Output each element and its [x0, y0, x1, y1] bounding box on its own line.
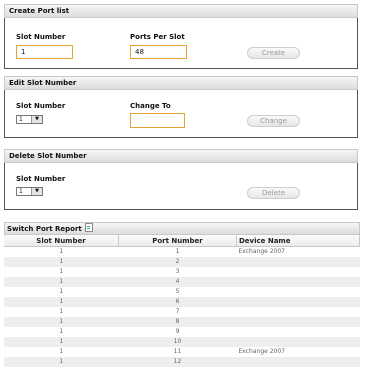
- cell-port: 12: [118, 357, 237, 367]
- cell-device: [236, 297, 360, 307]
- chevron-down-icon: ▼: [31, 116, 42, 123]
- cell-device: [237, 327, 360, 337]
- table-row[interactable]: 14: [4, 277, 360, 287]
- delete-slot-number-value: 1: [19, 188, 23, 195]
- edit-slot-number-label: Slot Number: [16, 102, 66, 110]
- table-row[interactable]: 19: [4, 327, 360, 337]
- cell-port: 8: [118, 317, 237, 327]
- ports-per-slot-label: Ports Per Slot: [130, 33, 185, 41]
- delete-slot-number-label: Slot Number: [16, 175, 66, 183]
- cell-port: 9: [175, 328, 180, 335]
- change-button[interactable]: Change: [247, 115, 300, 127]
- column-header-device-name[interactable]: Device Name: [236, 235, 360, 247]
- table-row[interactable]: 1 11 Exchange 2007: [4, 347, 360, 357]
- create-panel-title: Create Port list: [4, 4, 358, 18]
- column-header-port-number[interactable]: Port Number: [118, 235, 237, 247]
- cell-slot: 1: [59, 328, 64, 335]
- table-row[interactable]: 13: [4, 267, 360, 277]
- table-row[interactable]: 1 10: [4, 337, 360, 347]
- delete-slot-number-select[interactable]: 1 ▼: [16, 187, 43, 196]
- cell-device: Exchange 2007: [238, 248, 286, 255]
- cell-port: 5: [175, 288, 180, 295]
- edit-panel-body: Slot Number 1 ▼ Change To Change: [4, 90, 358, 138]
- export-document-icon[interactable]: [84, 223, 93, 232]
- table-row[interactable]: 16: [4, 297, 360, 307]
- create-button[interactable]: Create: [247, 47, 300, 59]
- cell-device: [237, 267, 360, 277]
- cell-port: 10: [118, 337, 237, 347]
- cell-device: [236, 357, 360, 367]
- cell-port: 4: [118, 277, 237, 287]
- edit-slot-number-select[interactable]: 1 ▼: [16, 115, 43, 124]
- table-row[interactable]: 1 1 Exchange 2007: [4, 247, 360, 258]
- cell-device: [236, 277, 360, 287]
- cell-device: [236, 337, 360, 347]
- table-row[interactable]: 12: [4, 257, 360, 267]
- cell-slot: 1: [4, 277, 119, 287]
- cell-slot: 1: [4, 317, 119, 327]
- change-to-input[interactable]: [130, 113, 185, 128]
- cell-port: 7: [175, 308, 180, 315]
- cell-port: 1: [175, 248, 180, 255]
- cell-slot: 1: [59, 348, 64, 355]
- cell-slot: 1: [4, 357, 119, 367]
- cell-slot: 1: [59, 308, 64, 315]
- edit-panel-title: Edit Slot Number: [4, 76, 358, 90]
- cell-slot: 1: [4, 297, 119, 307]
- ports-per-slot-input[interactable]: 48: [130, 45, 187, 59]
- cell-slot: 1: [4, 257, 119, 267]
- report-title: Switch Port Report: [7, 225, 82, 233]
- create-panel-body: Slot Number 1 Ports Per Slot 48 Create: [4, 18, 358, 69]
- cell-slot: 1: [59, 288, 64, 295]
- table-row[interactable]: 1 12: [4, 357, 360, 367]
- cell-port: 11: [173, 348, 182, 355]
- chevron-down-icon: ▼: [31, 188, 42, 195]
- delete-slot-number-panel: Delete Slot Number Slot Number 1 ▼ Delet…: [4, 149, 358, 210]
- delete-panel-title: Delete Slot Number: [4, 149, 358, 163]
- report-table: Slot Number Port Number Device Name 1 1 Ex…: [4, 235, 360, 367]
- delete-panel-body: Slot Number 1 ▼ Delete: [4, 163, 358, 210]
- slot-number-label: Slot Number: [16, 33, 66, 41]
- slot-number-input[interactable]: 1: [16, 45, 73, 59]
- table-row[interactable]: 18: [4, 317, 360, 327]
- cell-port: 2: [118, 257, 237, 267]
- create-port-list-panel: Create Port list Slot Number 1 Ports Per…: [4, 4, 358, 69]
- column-header-slot-number[interactable]: Slot Number: [4, 235, 119, 247]
- cell-device: [237, 287, 360, 297]
- cell-slot: 1: [59, 268, 64, 275]
- report-header: Switch Port Report: [4, 222, 360, 235]
- table-row[interactable]: 15: [4, 287, 360, 297]
- cell-port: 3: [175, 268, 180, 275]
- change-to-label: Change To: [130, 102, 171, 110]
- switch-port-report: Switch Port Report Slot Number Port Numb…: [4, 222, 360, 367]
- edit-slot-number-value: 1: [19, 116, 23, 123]
- edit-slot-number-panel: Edit Slot Number Slot Number 1 ▼ Change …: [4, 76, 358, 138]
- cell-device: [236, 317, 360, 327]
- table-row[interactable]: 17: [4, 307, 360, 317]
- cell-slot: 1: [59, 248, 64, 255]
- cell-slot: 1: [4, 337, 119, 347]
- cell-port: 6: [118, 297, 237, 307]
- delete-button[interactable]: Delete: [247, 187, 300, 199]
- cell-device: [237, 307, 360, 317]
- cell-device: Exchange 2007: [238, 348, 286, 355]
- cell-device: [236, 257, 360, 267]
